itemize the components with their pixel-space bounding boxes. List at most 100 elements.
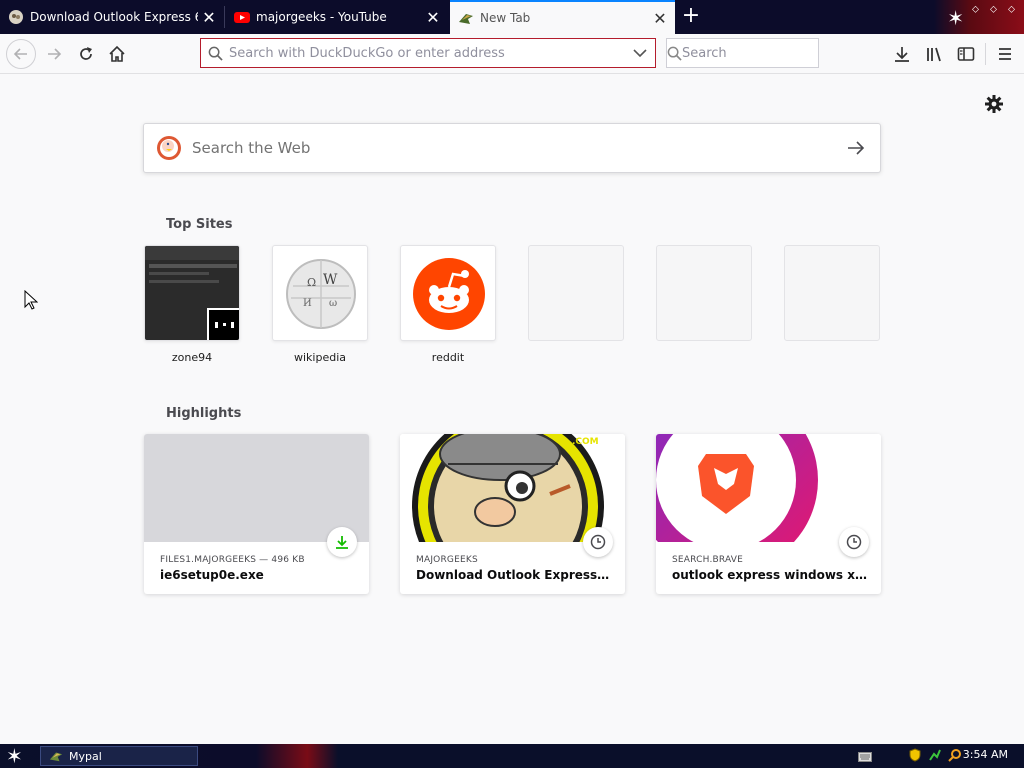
top-site-tile-empty[interactable] [656,245,752,341]
wikipedia-globe-icon: Ω W И ω [286,259,356,329]
tab-title: majorgeeks - YouTube [256,10,387,24]
forward-arrow-icon [48,48,62,60]
search-input[interactable] [682,45,852,61]
network-icon[interactable] [928,747,942,766]
top-site-label: zone94 [171,351,213,364]
reddit-icon [413,258,485,330]
download-badge [327,527,357,557]
top-site-tile[interactable]: reddit [400,245,496,364]
mypal-icon [459,14,473,24]
web-search-input[interactable] [192,139,832,157]
top-site-tile[interactable]: Ω W И ω wikipedia [272,245,368,364]
tab-outlook-express[interactable]: Download Outlook Express 6.0 ✕ [0,0,224,34]
top-site-label: wikipedia [293,351,346,364]
menu-button[interactable] [991,40,1019,68]
highlight-title: outlook express windows xp go... [672,568,867,582]
back-button[interactable] [6,39,36,69]
svg-text:ω: ω [329,298,337,309]
maximize-icon[interactable]: ⬦ [990,4,997,15]
search-icon [208,46,223,61]
shield-icon[interactable] [908,747,922,766]
address-bar[interactable] [200,38,656,68]
top-site-tile-empty[interactable] [784,245,880,341]
arrow-right-icon [848,141,865,155]
clock-badge [583,527,613,557]
keyboard-icon[interactable] [858,747,872,766]
tab-title: Download Outlook Express 6.0 [30,10,198,24]
clock-icon [846,534,862,550]
mypal-icon [49,752,63,762]
wikipedia-tile: Ω W И ω [272,245,368,341]
tab-separator [224,6,225,28]
clock-icon [590,534,606,550]
reload-icon [80,47,92,60]
download-icon [895,47,909,62]
zone94-thumbnail [144,245,240,341]
highlight-card[interactable]: FILES1.MAJORGEEKS — 496 KB ie6setup0e.ex… [144,434,369,594]
highlight-source: SEARCH.BRAVE [672,555,744,565]
top-site-tile[interactable]: zone94 [144,245,240,364]
majorgeeks-mascot: .COM [400,434,625,542]
svg-text:.COM: .COM [572,437,599,447]
library-button[interactable] [920,40,948,68]
star-icon: ✶ [947,6,964,30]
close-tab-icon[interactable]: ✕ [422,6,444,28]
system-tray [858,746,968,766]
top-site-tile-empty[interactable] [528,245,624,341]
svg-text:И: И [303,298,312,309]
highlight-card[interactable]: SEARCH.BRAVE outlook express windows xp … [656,434,881,594]
new-tab-button[interactable]: + [680,5,702,27]
tab-new-tab[interactable]: New Tab ✕ [450,0,675,34]
duckduckgo-icon [157,136,181,160]
downloads-button[interactable] [888,40,916,68]
download-icon [336,536,348,549]
navigation-toolbar [0,34,1024,74]
close-tab-icon[interactable]: ✕ [198,6,220,28]
reddit-tile [400,245,496,341]
hamburger-menu-icon [999,48,1011,60]
chevron-down-icon[interactable] [633,48,647,58]
youtube-icon [234,12,250,23]
search-bar[interactable] [666,38,852,68]
brave-lion-logo [656,434,881,542]
highlight-title: ie6setup0e.exe [160,568,264,582]
reload-button[interactable] [72,40,100,68]
taskbar-item-mypal[interactable]: Mypal [40,746,198,766]
tab-youtube[interactable]: majorgeeks - YouTube ✕ [226,0,448,34]
top-site-label: reddit [431,351,465,364]
highlight-card[interactable]: .COM MAJORGEEKS Download Outlook Express… [400,434,625,594]
toolbar-separator [985,43,986,65]
magnifier-icon[interactable] [948,747,962,766]
empty-tile [656,245,752,341]
forward-button[interactable] [40,40,68,68]
sidebar-button[interactable] [952,40,980,68]
empty-tile [784,245,880,341]
start-button[interactable]: ✶ [6,745,23,767]
home-button[interactable] [103,40,131,68]
taskbar: ✶ Mypal 3:54 AM [0,744,1024,768]
blank-placeholder [144,434,369,542]
minimize-icon[interactable]: ⬦ [972,4,979,15]
empty-tile [528,245,624,341]
outlook-express-icon [9,10,23,24]
screen: Download Outlook Express 6.0 ✕ majorgeek… [0,0,1024,768]
close-window-icon[interactable]: ⬦ [1008,4,1015,15]
tab-bar: Download Outlook Express 6.0 ✕ majorgeek… [0,0,1024,34]
search-submit-button[interactable] [832,140,880,156]
sidebar-icon [957,47,975,61]
svg-text:Ω: Ω [307,276,316,289]
web-search-box[interactable] [143,123,881,173]
clock-badge [839,527,869,557]
back-arrow-icon [13,48,27,60]
search-icon [667,46,682,61]
address-input[interactable] [229,45,625,61]
gear-icon[interactable] [982,92,1006,116]
highlight-source: FILES1.MAJORGEEKS — 496 KB [160,555,305,565]
clock[interactable]: 3:54 AM [963,748,1008,761]
library-icon [927,47,941,62]
close-tab-icon[interactable]: ✕ [649,7,671,29]
taskbar-item-label: Mypal [69,749,102,763]
top-sites-heading: Top Sites [166,217,233,232]
svg-text:W: W [323,272,338,288]
mouse-cursor-icon [24,290,38,310]
